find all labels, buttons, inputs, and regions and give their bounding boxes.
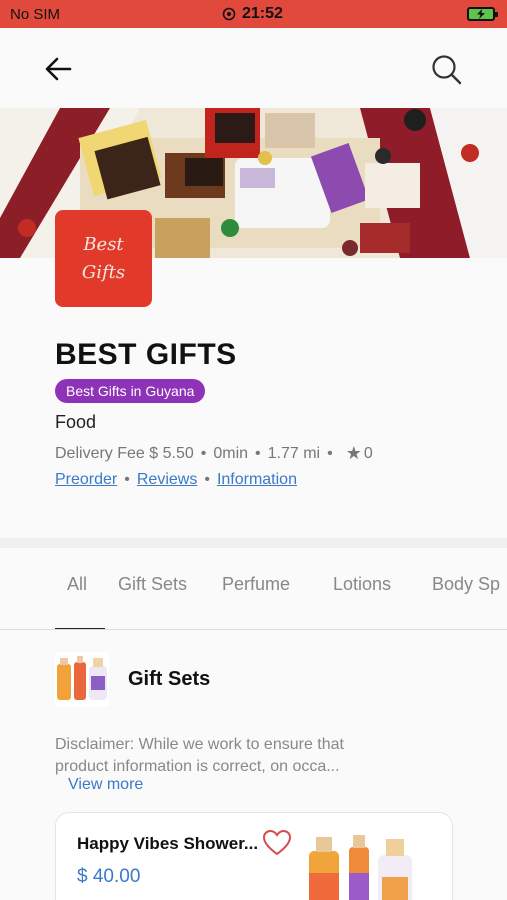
disclaimer-line-2: product information is correct, on occa.…: [55, 758, 340, 775]
separator-dot: •: [200, 444, 207, 462]
delivery-fee: Delivery Fee $ 5.50: [55, 444, 194, 462]
store-logo: Best Gifts: [55, 210, 152, 307]
separator-dot: •: [255, 444, 261, 462]
carrier-label: No SIM: [10, 6, 61, 23]
search-button[interactable]: [427, 50, 467, 90]
store-links-row: Preorder • Reviews • Information: [55, 471, 297, 489]
delivery-time: 0min: [213, 444, 249, 462]
arrow-left-icon: [45, 57, 72, 81]
information-link[interactable]: Information: [217, 471, 297, 489]
heart-icon: [262, 829, 292, 856]
category-header: Gift Sets: [55, 652, 210, 706]
battery-charging-icon: [467, 7, 498, 21]
clock: 21:52: [242, 5, 283, 22]
tab-body-spray[interactable]: Body Sp: [432, 574, 500, 595]
separator-dot: •: [204, 471, 210, 488]
category-title: Gift Sets: [128, 667, 211, 690]
store-name: BEST GIFTS: [55, 338, 237, 371]
preorder-link[interactable]: Preorder: [55, 471, 117, 489]
status-bar: No SIM 21:52: [0, 0, 507, 28]
view-more-link[interactable]: View more: [68, 776, 143, 794]
category-tabs: All Gift Sets Perfume Lotions Body Sp: [0, 548, 507, 630]
clock-group: 21:52: [222, 5, 283, 23]
rating-value: 0: [363, 444, 373, 462]
distance: 1.77 mi: [267, 444, 321, 462]
store-category: Food: [55, 412, 97, 432]
nav-bar: [0, 28, 507, 108]
alarm-icon: [222, 7, 236, 21]
tab-lotions[interactable]: Lotions: [333, 574, 391, 595]
store-badge: Best Gifts in Guyana: [55, 379, 206, 403]
logo-text-line2: Gifts: [81, 261, 126, 283]
star-icon: ★: [345, 443, 362, 463]
search-icon: [432, 55, 462, 85]
reviews-link[interactable]: Reviews: [137, 471, 197, 489]
product-price: $ 40.00: [77, 866, 141, 887]
logo-text-line1: Best: [83, 233, 124, 255]
product-name: Happy Vibes Shower...: [77, 834, 259, 853]
store-meta-row: Delivery Fee $ 5.50 • 0min • 1.77 mi • ★…: [55, 443, 373, 464]
active-tab-indicator: [55, 628, 105, 629]
back-button[interactable]: [40, 50, 78, 88]
tab-all[interactable]: All: [67, 574, 87, 595]
tab-gift-sets[interactable]: Gift Sets: [118, 574, 187, 595]
product-image: [304, 833, 416, 900]
separator-dot: •: [327, 444, 333, 462]
tab-perfume[interactable]: Perfume: [222, 574, 290, 595]
product-card[interactable]: Happy Vibes Shower... $ 40.00: [55, 812, 453, 900]
category-disclaimer: Disclaimer: While we work to ensure that…: [55, 734, 455, 778]
section-divider: [0, 538, 507, 548]
favorite-button[interactable]: [262, 829, 292, 856]
disclaimer-line-1: Disclaimer: While we work to ensure that: [55, 736, 344, 753]
separator-dot: •: [124, 471, 130, 488]
category-thumbnail: [55, 652, 109, 706]
